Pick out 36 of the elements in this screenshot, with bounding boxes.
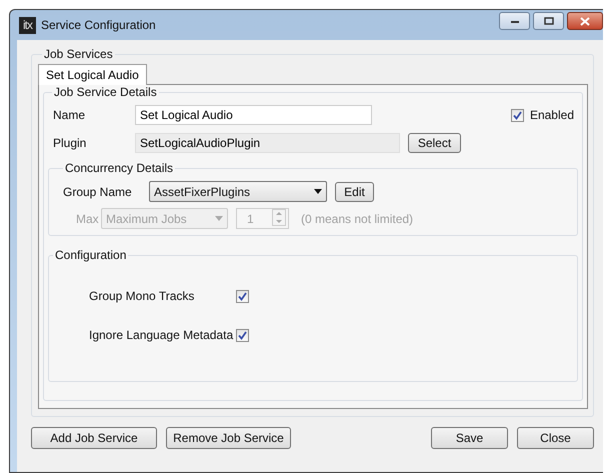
edit-button[interactable]: Edit — [335, 182, 374, 202]
group-title: Job Service Details — [53, 85, 158, 99]
close-icon — [580, 16, 590, 26]
plugin-label: Plugin — [52, 136, 88, 150]
option-label: Ignore Language Metadata — [89, 328, 234, 342]
close-button[interactable] — [567, 12, 603, 30]
minimize-button[interactable] — [499, 12, 530, 30]
plugin-field[interactable]: SetLogicalAudioPlugin — [135, 133, 400, 153]
enabled-checkbox[interactable] — [510, 108, 524, 122]
spinner-arrows-icon — [272, 208, 286, 226]
dropdown-arrow-icon — [314, 189, 322, 194]
group-title: Configuration — [54, 248, 128, 262]
option-checkbox[interactable] — [236, 290, 249, 302]
group-title: Job Services — [43, 47, 114, 61]
group-title: Concurrency Details — [64, 161, 174, 175]
dialog-button[interactable]: Save — [431, 427, 508, 449]
window-title: Service Configuration — [41, 18, 156, 32]
dropdown-arrow-icon — [215, 216, 223, 221]
enabled-label: Enabled — [530, 108, 574, 122]
minimize-icon — [510, 18, 520, 24]
maximize-button[interactable] — [533, 12, 564, 30]
dialog-button[interactable]: Remove Job Service — [166, 427, 291, 449]
max-hint-text: (0 means not limited) — [301, 212, 414, 226]
name-label: Name — [52, 108, 86, 122]
tab[interactable]: Set Logical Audio — [38, 64, 147, 85]
name-field[interactable]: Set Logical Audio — [135, 105, 372, 125]
dialog-button[interactable]: Close — [517, 427, 594, 449]
group-name-dropdown[interactable]: AssetFixerPlugins — [149, 181, 327, 202]
select-button[interactable]: Select — [408, 133, 461, 153]
max-label: Max — [75, 212, 100, 226]
option-checkbox[interactable] — [236, 328, 249, 342]
app-logo: itx — [19, 16, 36, 34]
option-label: Group Mono Tracks — [89, 289, 196, 303]
maximize-icon — [544, 17, 554, 25]
group-name-label: Group Name — [62, 184, 133, 198]
dialog-button[interactable]: Add Job Service — [31, 427, 157, 449]
